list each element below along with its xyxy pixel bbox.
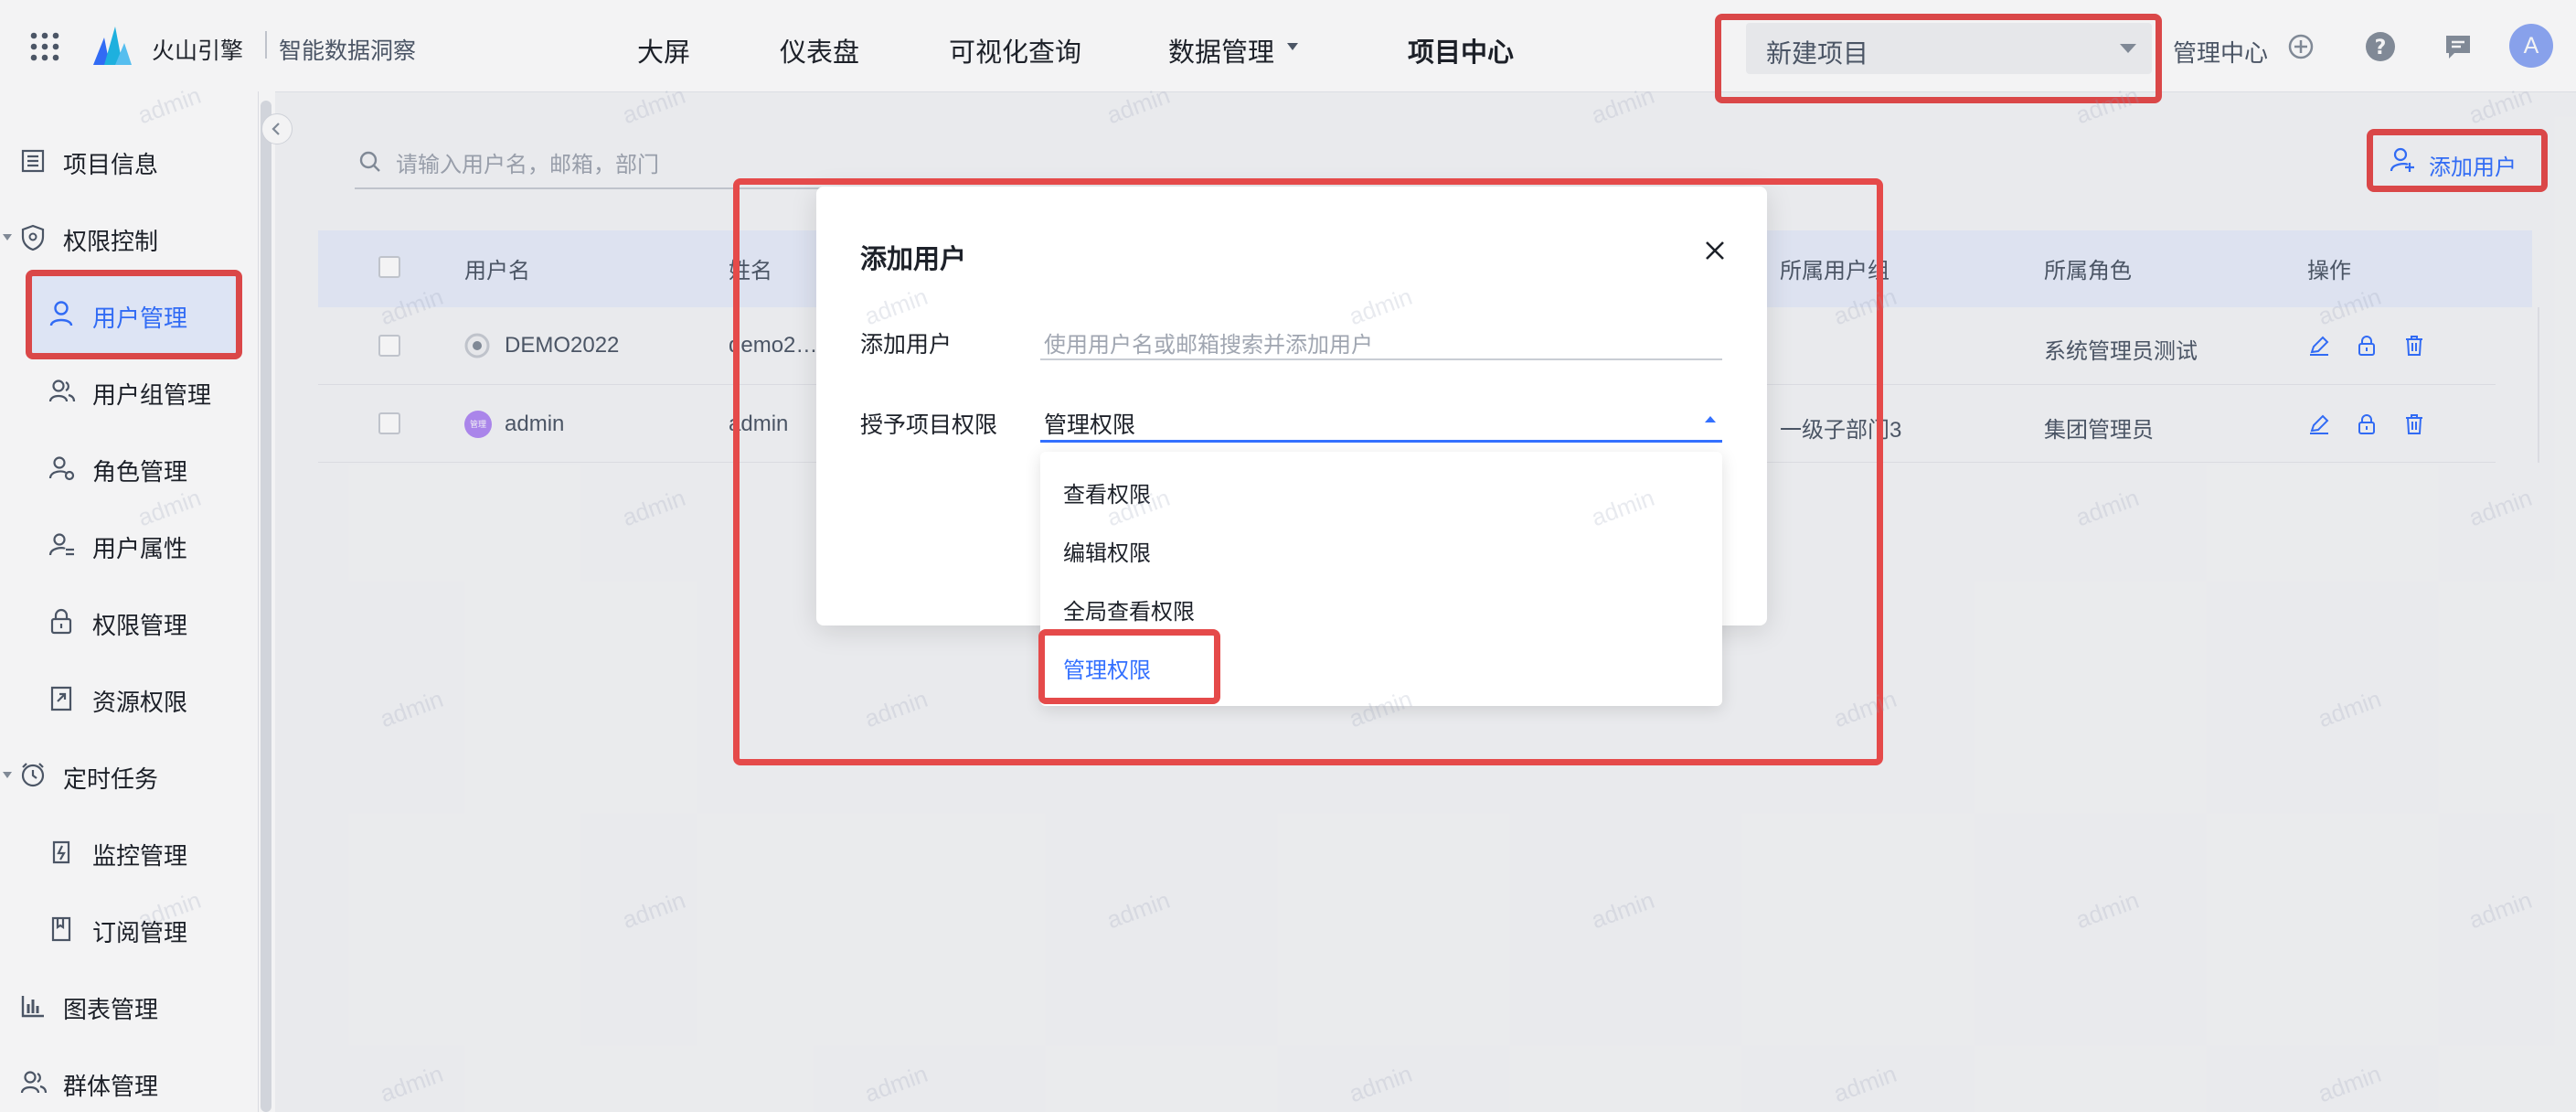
permission-select-underline [1040,440,1722,443]
option-manage[interactable]: 管理权限 [1063,652,1151,684]
add-user-label: 添加用户 [860,332,953,358]
grant-permission-label: 授予项目权限 [860,412,998,438]
option-global-view[interactable]: 全局查看权限 [1063,593,1195,626]
option-view[interactable]: 查看权限 [1063,476,1151,508]
close-icon[interactable] [1702,238,1728,263]
add-user-input-underline [1040,358,1722,360]
modal-title: 添加用户 [860,245,967,274]
caret-up-icon[interactable] [1704,415,1717,424]
permission-select[interactable]: 管理权限 [1044,407,1135,440]
add-user-search-input[interactable]: 使用用户名或邮箱搜索并添加用户 [1044,326,1373,358]
option-edit[interactable]: 编辑权限 [1063,535,1151,567]
